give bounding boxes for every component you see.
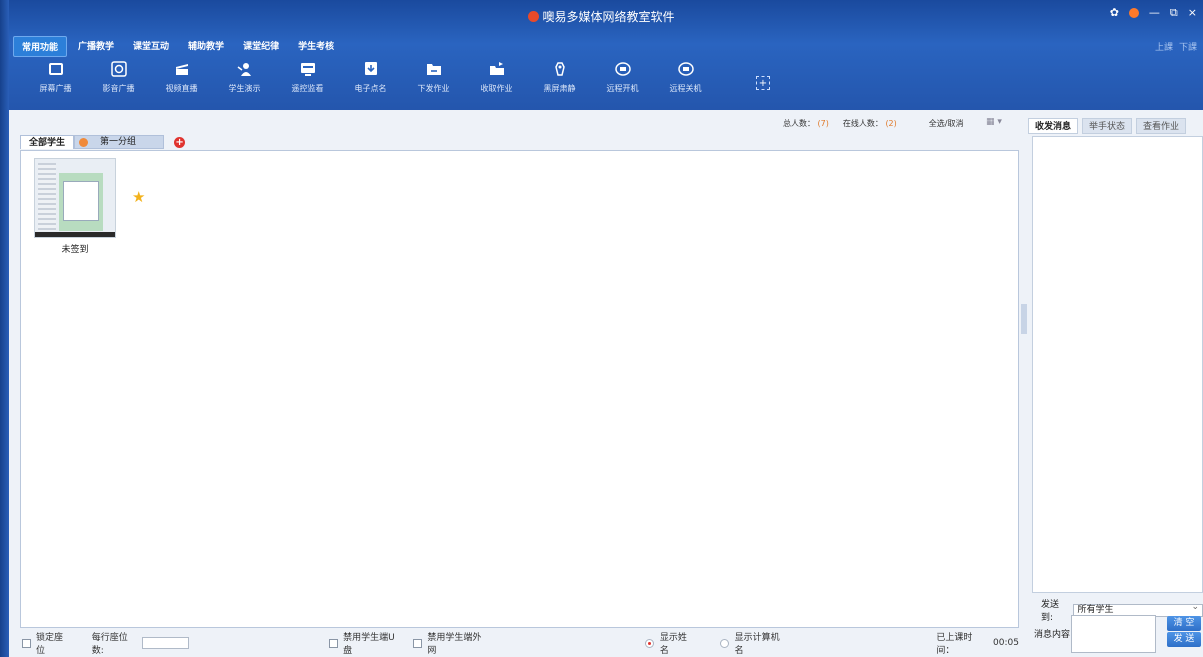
minimize-button[interactable]: — xyxy=(1149,6,1160,20)
remote-shutdown-icon xyxy=(677,60,695,78)
message-panel: 收发消息 举手状态 查看作业 发送到: 所有学生 消息内容: 清 空 发 送 xyxy=(1028,110,1203,657)
collect-homework-button[interactable]: 收取作业 xyxy=(465,60,528,94)
remote-monitor-button[interactable]: 遥控监看 xyxy=(276,60,339,94)
student-screen-thumbnail[interactable] xyxy=(34,158,116,238)
message-list xyxy=(1032,136,1203,593)
roll-call-icon xyxy=(362,60,380,78)
tab-all-students[interactable]: 全部学生 xyxy=(20,135,75,149)
online-count: (2) xyxy=(885,119,897,128)
header: 噢易多媒体网络教室软件 ✿ — ⧉ × 上課 下課 常用功能 广播教学 课堂互动… xyxy=(0,0,1203,110)
login-link[interactable]: 上課 xyxy=(1155,40,1173,53)
message-content-label: 消息内容: xyxy=(1034,630,1074,640)
bottom-bar: 锁定座位 每行座位数: 禁用学生端U盘 禁用学生端外网 显示姓名 显示计算机名 … xyxy=(20,632,1019,656)
student-stats: 总人数： (7) 在线人数： (2) 全选/取消 xyxy=(783,118,963,129)
restore-button[interactable]: ⧉ xyxy=(1170,6,1178,20)
total-label: 总人数： xyxy=(783,119,815,128)
screen-broadcast-button[interactable]: 屏幕广播 xyxy=(24,60,87,94)
lock-seats-label: 锁定座位 xyxy=(35,633,63,656)
group-tabs: 全部学生 第一分组 + xyxy=(20,135,186,149)
remote-power-on-icon xyxy=(614,60,632,78)
tab-messages[interactable]: 收发消息 xyxy=(1028,118,1079,134)
left-edge xyxy=(0,0,9,657)
class-time-value: 00:05 xyxy=(993,638,1019,648)
app-logo-icon xyxy=(528,11,540,22)
lock-seats-checkbox[interactable] xyxy=(22,638,31,648)
disable-net-label: 禁用学生端外网 xyxy=(427,633,482,656)
tab-discipline[interactable]: 课堂纪律 xyxy=(235,36,287,57)
seats-per-row-input[interactable] xyxy=(141,637,190,649)
video-live-button[interactable]: 视频直播 xyxy=(150,60,213,94)
add-group-button[interactable]: + xyxy=(174,136,186,148)
send-homework-button[interactable]: 下发作业 xyxy=(402,60,465,94)
view-mode-icon[interactable]: ▦ ▾ xyxy=(986,117,1002,127)
show-name-radio[interactable] xyxy=(644,638,654,648)
account-links: 上課 下課 xyxy=(1155,40,1197,53)
remote-power-on-button[interactable]: 远程开机 xyxy=(591,60,654,94)
tab-assist[interactable]: 辅助教学 xyxy=(180,36,232,57)
seats-per-row-label: 每行座位数: xyxy=(91,633,128,656)
class-time-label: 已上课时间： xyxy=(936,633,973,656)
disable-usb-label: 禁用学生端U盘 xyxy=(343,633,395,656)
logout-link[interactable]: 下課 xyxy=(1179,40,1197,53)
media-broadcast-icon xyxy=(110,60,128,78)
show-computer-label: 显示计算机名 xyxy=(734,633,780,656)
send-homework-icon xyxy=(425,60,443,78)
window-controls: ✿ — ⧉ × xyxy=(1110,6,1197,20)
tab-broadcast[interactable]: 广播教学 xyxy=(70,36,122,57)
student-tile[interactable]: 未签到 xyxy=(34,158,116,255)
send-button[interactable]: 发 送 xyxy=(1167,632,1201,647)
roll-call-button[interactable]: 电子点名 xyxy=(339,60,402,94)
group-icon xyxy=(79,137,89,147)
collect-homework-icon xyxy=(488,60,506,78)
main-tabs: 常用功能 广播教学 课堂互动 辅助教学 课堂纪律 学生考核 xyxy=(13,36,342,57)
total-count: (7) xyxy=(817,119,829,128)
student-grid: 未签到 ★ xyxy=(20,150,1019,628)
right-tabs: 收发消息 举手状态 查看作业 xyxy=(1028,118,1187,134)
message-input[interactable] xyxy=(1071,615,1156,653)
video-live-icon xyxy=(173,60,191,78)
close-button[interactable]: × xyxy=(1188,6,1197,20)
settings-icon[interactable]: ✿ xyxy=(1110,6,1119,20)
tab-common[interactable]: 常用功能 xyxy=(13,36,68,57)
panel-splitter[interactable] xyxy=(1021,304,1027,334)
clear-button[interactable]: 清 空 xyxy=(1167,616,1201,631)
student-demo-button[interactable]: 学生演示 xyxy=(213,60,276,94)
show-computer-radio[interactable] xyxy=(719,638,729,648)
tab-assessment[interactable]: 学生考核 xyxy=(290,36,342,57)
student-demo-icon xyxy=(236,60,254,78)
black-screen-icon xyxy=(551,60,569,78)
disable-usb-checkbox[interactable] xyxy=(329,638,339,648)
tab-interaction[interactable]: 课堂互动 xyxy=(125,36,177,57)
remote-shutdown-button[interactable]: 远程关机 xyxy=(654,60,717,94)
skin-icon[interactable] xyxy=(1128,8,1139,18)
remote-monitor-icon xyxy=(299,60,317,78)
tab-group-1[interactable]: 第一分组 xyxy=(74,135,165,149)
show-name-label: 显示姓名 xyxy=(659,633,687,656)
disable-net-checkbox[interactable] xyxy=(413,638,423,648)
online-label: 在线人数： xyxy=(842,119,883,128)
media-broadcast-button[interactable]: 影音广播 xyxy=(87,60,150,94)
black-screen-button[interactable]: 黑屏肃静 xyxy=(528,60,591,94)
window-title: 噢易多媒体网络教室软件 xyxy=(0,8,1203,25)
tab-hand-raise[interactable]: 举手状态 xyxy=(1082,118,1133,134)
send-to-label: 发送到: xyxy=(1041,600,1060,623)
star-icon[interactable]: ★ xyxy=(132,188,145,206)
tab-homework[interactable]: 查看作业 xyxy=(1136,118,1187,134)
student-status: 未签到 xyxy=(61,245,89,255)
select-all-link[interactable]: 全选/取消 xyxy=(929,118,964,129)
add-tool-button[interactable]: + xyxy=(756,76,770,90)
screen-broadcast-icon xyxy=(47,60,65,78)
toolbar: 屏幕广播 影音广播 视频直播 学生演示 遥控监看 电子点名 下发作业 收取作业 xyxy=(24,60,717,94)
